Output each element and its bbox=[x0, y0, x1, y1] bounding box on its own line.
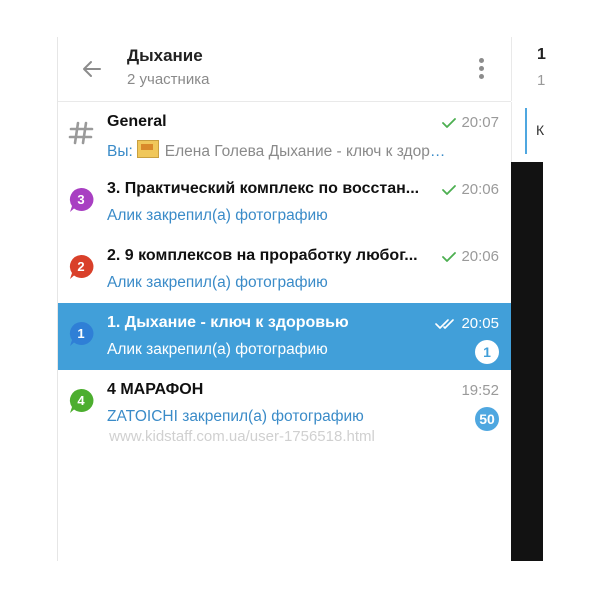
single-check-icon bbox=[442, 117, 457, 128]
chat-time: 19:52 bbox=[461, 382, 499, 399]
chat-item[interactable]: 3 3. Практический комплекс по восстан...… bbox=[58, 169, 511, 236]
more-dot bbox=[478, 57, 484, 63]
time-text: 19:52 bbox=[461, 382, 499, 399]
chat-title: 3. Практический комплекс по восстан... bbox=[107, 180, 420, 197]
conversation-background bbox=[511, 162, 543, 561]
chat-title: General bbox=[107, 113, 167, 130]
conversation-header: 1 1 bbox=[511, 37, 546, 101]
chat-preview: Алик закрепил(а) фотографию bbox=[107, 207, 328, 224]
chat-title: 2. 9 комплексов на проработку любог... bbox=[107, 247, 418, 264]
conversation-title: 1 bbox=[537, 46, 546, 63]
icon-number: 3 bbox=[77, 192, 84, 207]
icon-number: 4 bbox=[77, 393, 85, 408]
chat-preview-text: Елена Голева Дыхание - ключ к здоровью..… bbox=[164, 143, 452, 160]
chat-title: 4 МАРАФОН bbox=[107, 381, 204, 398]
number-3-bubble-icon: 3 bbox=[69, 187, 94, 212]
chat-item[interactable]: 4 4 МАРАФОН ZATOICHI закрепил(а) фотогра… bbox=[58, 370, 511, 437]
chat-time: 20:06 bbox=[441, 248, 499, 265]
arrow-left-icon bbox=[83, 61, 101, 77]
chat-item-selected[interactable]: 1 1. Дыхание - ключ к здоровью Алик закр… bbox=[58, 303, 511, 370]
you-prefix: Вы: bbox=[107, 143, 133, 160]
time-text: 20:06 bbox=[461, 248, 499, 265]
chat-list: General Вы: Елена Голева Дыхание - ключ к… bbox=[58, 102, 511, 437]
chat-time: 20:05 bbox=[435, 315, 499, 332]
pinned-accent-bar bbox=[525, 108, 527, 154]
more-dot bbox=[478, 73, 484, 79]
chat-preview: Вы: Елена Голева Дыхание - ключ к здоровь… bbox=[107, 140, 452, 161]
time-text: 20:06 bbox=[461, 181, 499, 198]
more-dot bbox=[478, 65, 484, 71]
panel-header: Дыхание 2 участника bbox=[58, 37, 511, 102]
participants-count: 2 участника bbox=[127, 71, 210, 88]
conversation-subtitle: 1 bbox=[537, 72, 546, 89]
chat-list-panel: Дыхание 2 участника General Вы: Елена Гол… bbox=[58, 37, 511, 561]
unread-badge: 1 bbox=[475, 340, 499, 364]
number-4-bubble-icon: 4 bbox=[69, 388, 94, 413]
chat-item-general[interactable]: General Вы: Елена Голева Дыхание - ключ к… bbox=[58, 102, 511, 169]
number-1-bubble-icon: 1 bbox=[69, 321, 94, 346]
icon-number: 1 bbox=[77, 326, 84, 341]
pinned-message-text: К bbox=[536, 122, 545, 138]
more-menu-button[interactable] bbox=[470, 53, 492, 83]
time-text: 20:07 bbox=[461, 114, 499, 131]
double-check-icon bbox=[435, 318, 455, 329]
conversation-panel-edge: 1 1 К bbox=[511, 37, 546, 561]
pinned-message-bar[interactable]: К bbox=[511, 102, 544, 162]
page-title: Дыхание bbox=[127, 46, 203, 65]
single-check-icon bbox=[442, 251, 457, 262]
single-check-icon bbox=[442, 184, 457, 195]
chat-title: 1. Дыхание - ключ к здоровью bbox=[107, 314, 349, 331]
unread-badge: 50 bbox=[475, 407, 499, 431]
chat-preview: Алик закрепил(а) фотографию bbox=[107, 341, 328, 358]
icon-number: 2 bbox=[77, 259, 84, 274]
chat-time: 20:06 bbox=[441, 181, 499, 198]
back-button[interactable] bbox=[78, 55, 106, 83]
number-2-bubble-icon: 2 bbox=[69, 254, 94, 279]
watermark: www.kidstaff.com.ua/user-1756518.html bbox=[109, 428, 375, 445]
chat-preview: ZATOICHI закрепил(а) фотографию bbox=[107, 408, 364, 425]
time-text: 20:05 bbox=[461, 315, 499, 332]
hashtag-icon bbox=[68, 121, 94, 145]
chat-preview: Алик закрепил(а) фотографию bbox=[107, 274, 328, 291]
chat-time: 20:07 bbox=[441, 114, 499, 131]
photo-thumbnail bbox=[136, 140, 159, 158]
chat-item[interactable]: 2 2. 9 комплексов на проработку любог...… bbox=[58, 236, 511, 303]
